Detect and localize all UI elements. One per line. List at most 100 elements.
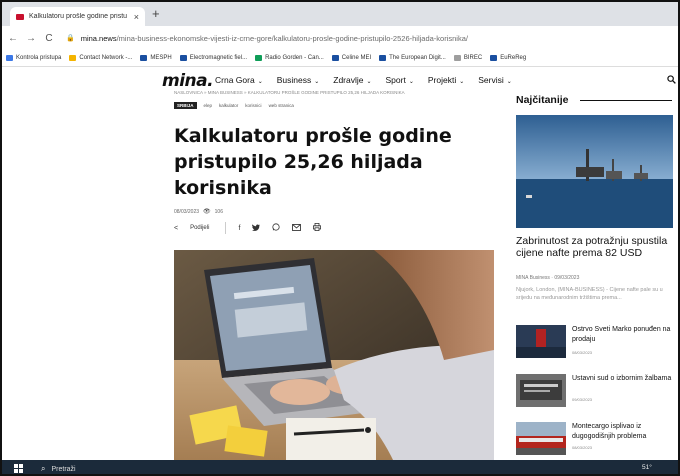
bookmark-label: EuReReg (500, 55, 527, 61)
chevron-down-icon: ⌄ (314, 79, 320, 85)
bookmark-item[interactable]: The European Digit... (379, 55, 446, 61)
article-date: 08/03/2023 (174, 208, 200, 215)
bookmark-icon (179, 55, 187, 61)
bookmark-label: BIREC (463, 55, 483, 61)
menu-item[interactable]: Servisi ⌄ (478, 75, 512, 85)
menu-item[interactable]: Zdravlje ⌄ (333, 75, 371, 85)
chevron-down-icon: ⌄ (506, 79, 512, 85)
twitter-icon[interactable] (252, 223, 261, 233)
chevron-down-icon: ⌄ (366, 79, 372, 85)
favicon-icon (16, 13, 24, 20)
bookmark-label: MESPH (150, 55, 172, 61)
sidebar-heading: Najčitanije (516, 94, 569, 106)
sidebar-item[interactable]: Montecargo isplivao iz dugogodišnjih pro… (516, 422, 676, 458)
breadcrumb: NASLOVNICA » MINA BUSINESS » KALKULATORU… (174, 90, 405, 95)
article-hero-image (174, 250, 494, 462)
facebook-icon[interactable]: f (238, 225, 240, 232)
bookmark-item[interactable]: Celine MEI (331, 55, 372, 61)
sidebar-item-title: Ustavni sud o izbornim žalbama (572, 375, 672, 382)
tag-main[interactable]: SRBIJA (174, 102, 197, 109)
whatsapp-icon[interactable] (272, 223, 281, 233)
bookmark-icon (331, 55, 339, 61)
bookmark-item[interactable]: Radio Gorden - Can... (255, 55, 324, 61)
sidebar-item[interactable]: Ostrvo Sveti Marko ponuđen na prodaju 08… (516, 325, 676, 361)
close-tab-icon[interactable]: × (134, 12, 139, 22)
bookmark-icon (255, 55, 263, 61)
menu-item[interactable]: Projekti ⌄ (428, 75, 464, 85)
menu-item-label: Zdravlje (333, 75, 364, 85)
site-logo[interactable]: mina. (162, 71, 214, 91)
browser-window: Kalkulatoru prošle godine pristu × + ← →… (0, 0, 680, 476)
address-bar[interactable]: mina.news/mina-business-ekonomske-vijest… (81, 34, 468, 43)
bookmark-label: Kontrola pristupa (16, 55, 62, 61)
search-icon[interactable] (667, 75, 676, 86)
taskbar-search[interactable]: ⌕ Pretraži (36, 461, 146, 474)
menu-item-label: Servisi (478, 75, 504, 85)
back-icon[interactable]: ← (6, 33, 20, 44)
email-icon[interactable] (292, 223, 302, 233)
bookmarks-bar: Kontrola pristupa Contact Network -... MES… (2, 50, 678, 67)
print-icon[interactable] (313, 223, 322, 233)
taskbar-search-placeholder: Pretraži (51, 465, 76, 473)
bookmark-icon (140, 55, 148, 61)
sidebar-item-date: 08/03/2023 (572, 445, 593, 450)
share-icon[interactable]: < (174, 225, 178, 232)
bookmark-item[interactable]: MESPH (140, 55, 172, 61)
bookmark-item[interactable]: BIREC (453, 55, 483, 61)
tag-link[interactable]: korisnici (245, 103, 261, 108)
bookmark-icon (453, 55, 461, 61)
chevron-down-icon: ⌄ (459, 79, 465, 85)
sidebar-item-date: 09/03/2023 (572, 397, 593, 402)
windows-start-icon[interactable] (14, 464, 23, 473)
bookmark-icon (490, 55, 498, 61)
chevron-down-icon: ⌄ (408, 79, 414, 85)
reload-icon[interactable]: C (42, 33, 56, 44)
tab-strip: Kalkulatoru prošle godine pristu × + (2, 2, 678, 26)
tag-link[interactable]: elep (204, 103, 213, 108)
sidebar-item[interactable]: Ustavni sud o izbornim žalbama 09/03/202… (516, 374, 676, 410)
share-divider (225, 222, 227, 234)
tag-link[interactable]: kalkulator (219, 103, 238, 108)
address-toolbar: ← → C 🔒 mina.news/mina-business-ekonomsk… (2, 26, 678, 50)
sidebar-item-title: Montecargo isplivao iz dugogodišnjih pro… (572, 423, 647, 440)
article-meta: 08/03/2023 👁 106 (174, 208, 223, 216)
tab-title: Kalkulatoru prošle godine pristu (29, 13, 128, 20)
browser-tab[interactable]: Kalkulatoru prošle godine pristu × (10, 7, 145, 26)
bookmark-item[interactable]: EuReReg (490, 55, 526, 61)
menu-item[interactable]: Sport ⌄ (386, 75, 414, 85)
share-label[interactable]: Podijeli (190, 225, 209, 231)
main-menu: Crna Gora ⌄ Business ⌄ Zdravlje ⌄ Sport ⌄ Projek… (215, 75, 512, 85)
sidebar-item-thumb (516, 325, 566, 358)
sidebar-lead-image[interactable] (516, 115, 673, 228)
chevron-down-icon: ⌄ (257, 79, 263, 85)
menu-item-label: Projekti (427, 75, 457, 85)
bookmark-label: Contact Network -... (79, 55, 133, 61)
bookmark-label: Radio Gorden - Can... (265, 55, 324, 61)
new-tab-button[interactable]: + (152, 6, 160, 21)
url-path: /mina-business-ekonomske-vijesti-iz-crne… (116, 33, 468, 43)
bookmark-item[interactable]: Electromagnetic fiel... (179, 55, 247, 61)
bookmark-item[interactable]: Contact Network -... (69, 55, 132, 61)
bookmark-item[interactable]: Kontrola pristupa (6, 55, 61, 61)
bookmark-icon (69, 55, 77, 61)
view-count: 106 (214, 208, 223, 215)
sidebar-item-thumb (516, 422, 566, 455)
sidebar-item-thumb (516, 374, 566, 407)
bookmark-label: The European Digit... (389, 55, 446, 61)
tray-weather[interactable]: 51° (642, 464, 652, 471)
site-header: mina. Crna Gora ⌄ Business ⌄ Zdravlje ⌄ Sport ⌄… (2, 68, 678, 92)
bookmark-icon (6, 55, 13, 61)
tag-link[interactable]: web stranica (269, 103, 294, 108)
sidebar-lead-title[interactable]: Zabrinutost za potražnju spustila cijene… (516, 235, 676, 259)
menu-item[interactable]: Crna Gora ⌄ (215, 75, 263, 85)
sidebar-heading-rule (580, 100, 672, 101)
forward-icon[interactable]: → (24, 33, 38, 44)
menu-item[interactable]: Business ⌄ (277, 75, 320, 85)
sidebar-item-date: 08/03/2023 (572, 350, 593, 355)
sidebar-lead-byline: MINA Business · 09/03/2023 (516, 275, 580, 281)
lock-icon[interactable]: 🔒 (66, 34, 75, 42)
article-title: Kalkulatoru prošle godine pristupilo 25,… (174, 125, 452, 199)
bookmark-label: Celine MEI (341, 55, 372, 61)
menu-item-label: Business (276, 75, 312, 85)
tag-list: SRBIJA elep kalkulator korisnici web strani… (174, 102, 294, 109)
